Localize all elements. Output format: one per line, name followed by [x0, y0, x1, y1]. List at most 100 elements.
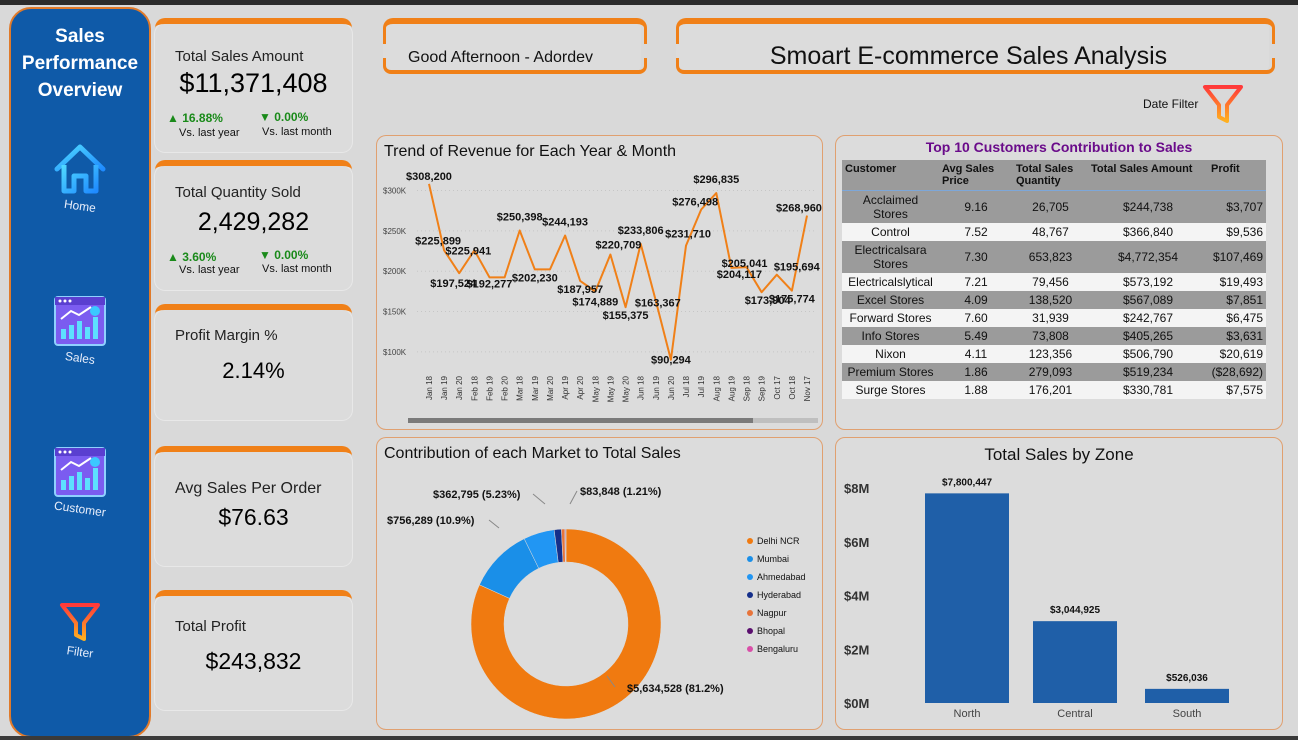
table-cell: $567,089	[1088, 291, 1208, 309]
scrollbar-thumb[interactable]	[408, 418, 753, 423]
table-cell: $4,772,354	[1088, 241, 1208, 273]
filter-icon	[60, 603, 100, 641]
legend-item[interactable]: Bhopal	[747, 626, 785, 636]
x-tick-label: Mar 19	[531, 375, 540, 400]
table-cell: 123,356	[1013, 345, 1088, 363]
data-label: $175,774	[769, 294, 816, 306]
title-box: Smoart E-commerce Sales Analysis	[676, 18, 1275, 74]
table-row[interactable]: Nixon 4.11 123,356 $506,790 $20,619	[842, 345, 1266, 363]
legend-item[interactable]: Delhi NCR	[747, 536, 800, 546]
x-tick-label: Mar 20	[546, 375, 555, 400]
x-tick-label: Jun 20	[667, 375, 676, 400]
sidebar-item-filter[interactable]: Filter	[11, 601, 149, 661]
x-tick-label: Aug 18	[712, 375, 721, 401]
table-cell: Electricalslytical	[842, 273, 939, 291]
table-cell: 138,520	[1013, 291, 1088, 309]
sidebar-item-sales[interactable]: Sales	[11, 295, 149, 367]
table-cell: $506,790	[1088, 345, 1208, 363]
table-cell: Info Stores	[842, 327, 939, 345]
horizontal-scrollbar[interactable]	[408, 418, 818, 423]
y-tick-label: $100K	[383, 348, 407, 357]
leader-line	[569, 490, 578, 505]
legend-item[interactable]: Ahmedabad	[747, 572, 806, 582]
table-cell: $573,192	[1088, 273, 1208, 291]
kpi-mom-label: Vs. last month	[262, 126, 332, 138]
table-row[interactable]: Acclaimed Stores 9.16 26,705 $244,738 $3,707	[842, 190, 1266, 223]
data-label: $187,957	[557, 284, 603, 296]
x-tick-label: Apr 19	[561, 375, 570, 399]
x-tick-label: Jun 19	[652, 375, 661, 400]
data-label: $163,367	[635, 298, 681, 310]
data-label: $7,800,447	[942, 477, 992, 488]
x-tick-label: May 19	[606, 375, 615, 402]
legend-swatch	[747, 646, 753, 652]
date-filter-icon[interactable]	[1202, 84, 1244, 126]
column-header[interactable]: Customer	[842, 160, 939, 191]
column-header[interactable]: Total Sales Amount	[1088, 160, 1208, 191]
kpi-mom-change: ▼ 0.00%	[259, 248, 309, 262]
kpi-yoy-change: ▲ 16.88%	[167, 111, 223, 125]
table-cell: $244,738	[1088, 190, 1208, 223]
table-cell: Acclaimed Stores	[842, 190, 939, 223]
column-header[interactable]: Total Sales Quantity	[1013, 160, 1088, 191]
table-cell: $3,707	[1208, 190, 1266, 223]
x-tick-label: May 20	[622, 375, 631, 402]
table-row[interactable]: Info Stores 5.49 73,808 $405,265 $3,631	[842, 327, 1266, 345]
table-row[interactable]: Electricalsara Stores 7.30 653,823 $4,772,3…	[842, 241, 1266, 273]
x-tick-label: Oct 17	[773, 375, 782, 399]
x-tick-label: Mar 18	[516, 375, 525, 400]
table-cell: 9.16	[939, 190, 1013, 223]
legend-label: Bhopal	[757, 626, 786, 636]
y-tick-label: $8M	[844, 481, 869, 496]
legend-item[interactable]: Bengaluru	[747, 644, 798, 654]
legend-item[interactable]: Mumbai	[747, 554, 789, 564]
sales-report-icon	[54, 296, 106, 346]
x-tick-label: Jul 18	[682, 375, 691, 397]
customer-report-icon	[54, 447, 106, 497]
kpi-yoy-change: ▲ 3.60%	[167, 250, 217, 264]
table-cell: Control	[842, 223, 939, 241]
data-label: $195,694	[774, 262, 821, 274]
x-tick-label: Jan 19	[440, 375, 449, 400]
table-row[interactable]: Forward Stores 7.60 31,939 $242,767 $6,475	[842, 309, 1266, 327]
kpi-value: 2.14%	[222, 358, 285, 383]
x-tick-label: Nov 17	[803, 375, 812, 401]
sidebar: Sales Performance Overview Home Sales Cu…	[9, 7, 151, 738]
table-row[interactable]: Excel Stores 4.09 138,520 $567,089 $7,851	[842, 291, 1266, 309]
leader-line	[488, 519, 500, 529]
legend-item[interactable]: Hyderabad	[747, 590, 801, 600]
table-cell: $19,493	[1208, 273, 1266, 291]
table-header-row: Customer Avg Sales Price Total Sales Quant…	[842, 160, 1266, 191]
home-icon	[54, 144, 106, 194]
table-row[interactable]: Surge Stores 1.88 176,201 $330,781 $7,575	[842, 381, 1266, 399]
data-label: $526,036	[1166, 673, 1208, 684]
y-tick-label: $250K	[383, 227, 407, 236]
kpi-value: $11,371,408	[179, 68, 328, 98]
sidebar-item-customer[interactable]: Customer	[11, 446, 149, 520]
kpi-mom-change: ▼ 0.00%	[259, 110, 309, 124]
table-cell: 26,705	[1013, 190, 1088, 223]
table-row[interactable]: Electricalslytical 7.21 79,456 $573,192 $19,…	[842, 273, 1266, 291]
data-label: $296,835	[693, 174, 739, 186]
kpi-value: 2,429,282	[197, 208, 310, 236]
legend-item[interactable]: Nagpur	[747, 608, 787, 618]
data-label: $202,230	[512, 272, 558, 284]
table-cell: 4.11	[939, 345, 1013, 363]
greeting-text: Good Afternoon - Adordev	[408, 49, 594, 66]
data-label: $308,200	[406, 171, 452, 183]
data-label: $204,117	[717, 269, 762, 281]
column-header[interactable]: Profit	[1208, 160, 1266, 191]
x-tick-label: Feb 20	[501, 375, 510, 400]
table-title: Top 10 Customers Contribution to Sales	[925, 139, 1193, 155]
sidebar-item-home[interactable]: Home	[11, 141, 149, 215]
legend-label: Nagpur	[757, 608, 787, 618]
table-row[interactable]: Control 7.52 48,767 $366,840 $9,536	[842, 223, 1266, 241]
data-label: $192,277	[467, 278, 513, 290]
kpi-avg-sales-card: Avg Sales Per Order $76.63	[155, 446, 352, 566]
table-row[interactable]: Premium Stores 1.86 279,093 $519,234 ($28,69…	[842, 363, 1266, 381]
legend-label: Bengaluru	[757, 644, 799, 654]
legend-swatch	[747, 556, 753, 562]
column-header[interactable]: Avg Sales Price	[939, 160, 1013, 191]
kpi-label: Total Quantity Sold	[175, 184, 301, 201]
y-tick-label: $2M	[844, 642, 869, 657]
